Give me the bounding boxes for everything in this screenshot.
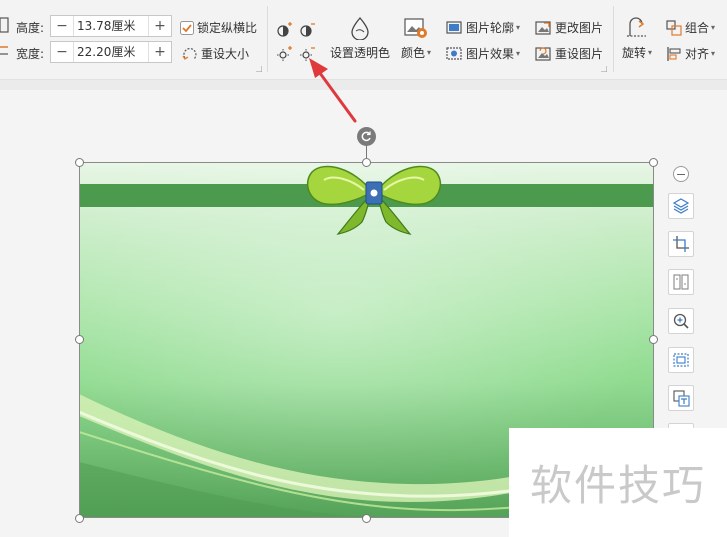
split-picture-icon — [673, 274, 689, 290]
change-picture-icon — [535, 20, 551, 35]
align-button[interactable]: 对齐 ▾ — [666, 45, 715, 62]
set-transparent-color-button[interactable]: 设置透明色 — [330, 16, 390, 61]
height-decrease-button[interactable]: − — [51, 16, 73, 36]
size-dialog-launcher[interactable] — [256, 66, 262, 72]
picture-frame-icon — [673, 353, 689, 367]
bow-icon — [306, 165, 442, 235]
picture-effects-icon — [446, 46, 462, 60]
group-button[interactable]: 组合 ▾ — [666, 19, 715, 36]
picture-to-text-button[interactable] — [668, 385, 694, 411]
reset-size-label: 重设大小 — [201, 47, 250, 61]
transparent-drop-icon — [351, 17, 369, 40]
reset-picture-button[interactable]: 重设图片 — [535, 45, 603, 62]
layers-button[interactable] — [668, 193, 694, 219]
rotate-handle-icon[interactable] — [357, 127, 376, 146]
reset-picture-icon — [535, 46, 551, 61]
rotate-handle-stem — [366, 146, 367, 158]
height-stepper[interactable]: − 13.78厘米 + — [50, 15, 172, 37]
width-decrease-button[interactable]: − — [51, 42, 73, 62]
resize-handle-left[interactable] — [75, 335, 84, 344]
resize-handle-top-left[interactable] — [75, 158, 84, 167]
change-picture-label: 更改图片 — [555, 21, 604, 35]
contrast-plus-icon[interactable] — [277, 21, 293, 37]
change-picture-button[interactable]: 更改图片 — [535, 19, 603, 36]
rotate-icon — [627, 17, 647, 37]
ribbon-separator — [267, 6, 268, 72]
picture-frame-button[interactable] — [668, 347, 694, 373]
width-increase-button[interactable]: + — [149, 42, 171, 62]
lock-aspect-ratio-checkbox[interactable]: 锁定纵横比 — [180, 19, 257, 36]
lock-aspect-ratio-label: 锁定纵横比 — [197, 21, 258, 35]
chevron-down-icon: ▾ — [648, 48, 653, 57]
picture-to-text-icon — [673, 390, 690, 407]
zoom-in-icon — [673, 313, 689, 329]
color-label: 颜色 — [401, 46, 426, 60]
group-icon — [666, 19, 682, 36]
contrast-minus-icon[interactable] — [300, 21, 316, 37]
picture-dialog-launcher[interactable] — [601, 66, 607, 72]
chevron-down-icon: ▾ — [711, 49, 716, 58]
brightness-minus-icon[interactable] — [300, 45, 316, 61]
align-icon — [667, 46, 681, 61]
layers-icon — [672, 198, 690, 214]
picture-color-icon — [404, 18, 428, 38]
width-stepper[interactable]: − 22.20厘米 + — [50, 41, 172, 63]
chevron-down-icon: ▾ — [711, 23, 716, 32]
resize-handle-right[interactable] — [649, 335, 658, 344]
ribbon-separator — [613, 6, 614, 72]
height-label: 高度: — [16, 21, 45, 35]
rotate-label: 旋转 — [622, 46, 647, 60]
picture-tools-ribbon: 高度: 宽度: − 13.78厘米 + − 22.20厘米 + 锁定纵横比 重设… — [0, 0, 727, 80]
align-label: 对齐 — [685, 47, 710, 61]
watermark: 软件技巧 — [509, 428, 727, 537]
zoom-in-button[interactable] — [668, 308, 694, 334]
width-size-icon — [0, 44, 10, 58]
height-increase-button[interactable]: + — [149, 16, 171, 36]
rotate-dropdown-button[interactable]: 旋转 ▾ — [622, 16, 652, 61]
reset-size-button[interactable]: 重设大小 — [182, 45, 249, 62]
split-picture-button[interactable] — [668, 269, 694, 295]
picture-outline-icon — [446, 20, 462, 34]
brightness-plus-icon[interactable] — [277, 45, 293, 61]
width-label: 宽度: — [16, 47, 45, 61]
picture-effects-label: 图片效果 — [466, 47, 515, 61]
height-input[interactable]: 13.78厘米 — [73, 16, 149, 36]
chevron-down-icon: ▾ — [427, 48, 432, 57]
crop-icon — [673, 236, 689, 252]
checkbox-checked-icon — [180, 20, 194, 35]
minus-icon — [677, 173, 685, 175]
picture-outline-button[interactable]: 图片轮廓 ▾ — [446, 19, 520, 36]
resize-handle-bottom-left[interactable] — [75, 514, 84, 523]
resize-handle-bottom[interactable] — [362, 514, 371, 523]
width-input[interactable]: 22.20厘米 — [73, 42, 149, 62]
crop-button[interactable] — [668, 231, 694, 257]
picture-effects-button[interactable]: 图片效果 ▾ — [446, 45, 520, 62]
reset-size-icon — [182, 47, 197, 60]
ribbon-divider-strip — [0, 80, 727, 90]
resize-handle-top[interactable] — [362, 158, 371, 167]
collapse-toolbar-button[interactable] — [673, 166, 689, 182]
color-dropdown-button[interactable]: 颜色 ▾ — [401, 16, 431, 61]
height-size-icon — [0, 17, 10, 33]
chevron-down-icon: ▾ — [516, 23, 521, 32]
watermark-text: 软件技巧 — [529, 461, 706, 510]
group-label: 组合 — [685, 21, 710, 35]
reset-picture-label: 重设图片 — [555, 47, 604, 61]
set-transparent-color-label: 设置透明色 — [330, 46, 391, 60]
resize-handle-top-right[interactable] — [649, 158, 658, 167]
picture-outline-label: 图片轮廓 — [466, 21, 515, 35]
chevron-down-icon: ▾ — [516, 49, 521, 58]
